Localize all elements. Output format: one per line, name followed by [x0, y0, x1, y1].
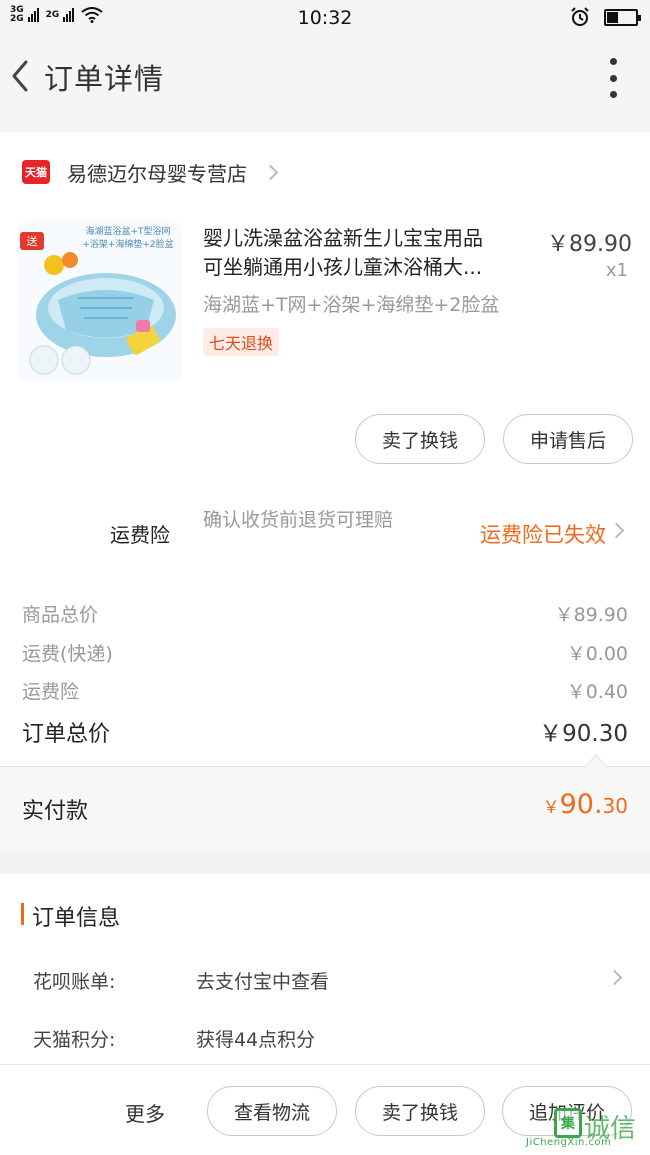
additional-review-button[interactable]: 追加评价	[502, 1086, 632, 1136]
order-info-card: 订单信息 花呗账单: 去支付宝中查看 天猫积分: 获得44点积分	[0, 874, 650, 1064]
shipping-insurance-status[interactable]: 运费险已失效	[480, 519, 606, 549]
more-options-icon[interactable]	[606, 58, 620, 98]
nav-bar: 订单详情	[0, 36, 650, 132]
section-accent-bar	[21, 903, 24, 925]
image-caption: 海湖蓝浴盆+T型浴网+浴架+海绵垫+2脸盆	[82, 227, 174, 250]
product-title[interactable]: 婴儿洗澡盆浴盆新生儿宝宝用品 可坐躺通用小孩儿童沐浴桶大...	[203, 224, 533, 282]
fee-value-shipping: ￥0.00	[566, 643, 628, 665]
more-button[interactable]: 更多	[125, 1098, 165, 1127]
battery-icon	[604, 8, 641, 26]
paid-currency: ￥	[542, 798, 560, 818]
product-title-line2: 可坐躺通用小孩儿童沐浴桶大...	[203, 255, 483, 279]
fee-label-shipping: 运费(快递)	[22, 643, 113, 665]
sell-for-cash-button-bottom[interactable]: 卖了换钱	[355, 1086, 485, 1136]
fee-label-goods: 商品总价	[22, 604, 99, 626]
product-sku: 海湖蓝+T网+浴架+海绵垫+2脸盆	[203, 294, 500, 316]
tmall-points-value: 获得44点积分	[196, 1029, 316, 1051]
back-arrow-icon[interactable]	[6, 54, 36, 98]
huabei-bill-label: 花呗账单:	[33, 971, 116, 993]
status-time: 10:32	[297, 7, 353, 29]
fee-label-insurance: 运费险	[22, 681, 80, 703]
product-title-line1: 婴儿洗澡盆浴盆新生儿宝宝用品	[203, 226, 483, 250]
after-sale-button[interactable]: 申请售后	[503, 414, 633, 464]
paid-amount-value: ￥90.30	[543, 789, 628, 820]
order-total-label: 订单总价	[22, 722, 111, 747]
shipping-insurance-label: 运费险	[110, 523, 170, 547]
tmall-logo-icon: 天猫	[22, 160, 50, 184]
paid-integer: 90.	[559, 789, 603, 820]
product-quantity: x1	[605, 260, 628, 281]
paid-amount-label: 实付款	[22, 799, 89, 824]
fee-value-goods: ￥89.90	[554, 604, 628, 626]
tmall-points-label: 天猫积分:	[33, 1029, 116, 1051]
order-total-value: ￥90.30	[539, 721, 628, 747]
status-bar: 3G 2G 2G 10:32	[0, 0, 650, 36]
paid-amount-row: 实付款 ￥90.30	[0, 754, 650, 852]
gift-tag: 送	[20, 232, 44, 250]
chevron-right-icon	[262, 164, 279, 180]
bottom-action-bar: 更多 查看物流 卖了换钱 追加评价	[0, 1064, 650, 1155]
alarm-clock-icon	[571, 7, 589, 26]
view-logistics-button[interactable]: 查看物流	[207, 1086, 337, 1136]
notch-pointer	[584, 754, 608, 778]
sell-for-cash-button[interactable]: 卖了换钱	[355, 414, 485, 464]
paid-decimal: 30	[602, 794, 628, 818]
huabei-bill-value[interactable]: 去支付宝中查看	[196, 967, 329, 994]
chevron-right-icon[interactable]	[606, 969, 623, 986]
page-title: 订单详情	[44, 62, 165, 96]
shop-name: 易德迈尔母婴专营店	[67, 161, 247, 186]
order-info-title: 订单信息	[32, 906, 121, 931]
seven-day-return-badge: 七天退换	[203, 328, 280, 356]
order-card: 天猫 易德迈尔母婴专营店 送 海湖蓝浴盆+T型浴网+浴架+海绵垫+2脸盆 婴儿洗…	[0, 132, 650, 852]
chevron-right-icon[interactable]	[608, 522, 625, 539]
shipping-insurance-desc: 确认收货前退货可理赔	[203, 509, 394, 531]
product-image[interactable]: 送 海湖蓝浴盆+T型浴网+浴架+海绵垫+2脸盆	[18, 220, 181, 383]
shop-row[interactable]: 天猫 易德迈尔母婴专营店	[22, 156, 279, 188]
status-bar-right	[570, 7, 641, 27]
product-price: ￥89.90	[547, 232, 632, 257]
fee-value-insurance: ￥0.40	[566, 681, 628, 703]
